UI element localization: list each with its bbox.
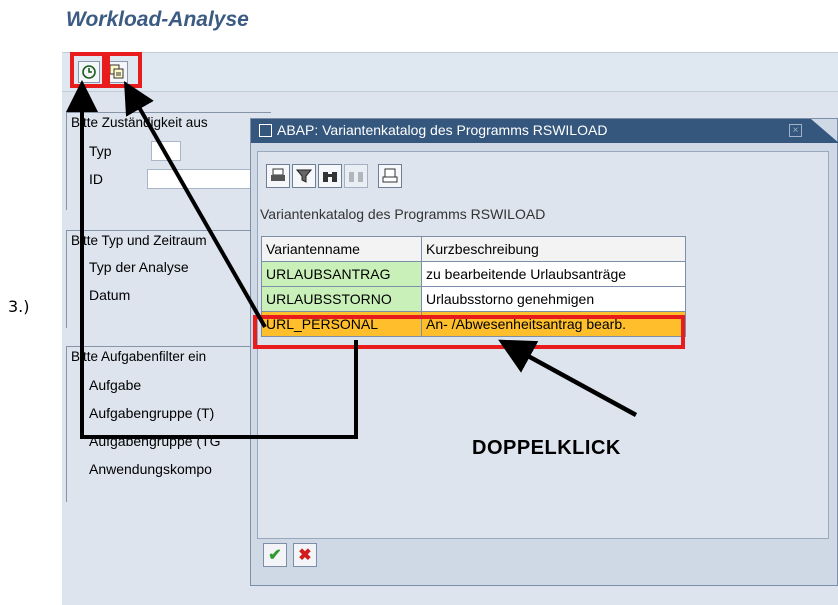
arrow-to-variant-icon bbox=[124, 81, 267, 328]
arrow-to-selected-row bbox=[498, 339, 638, 417]
double-click-instruction: DOPPELKLICK bbox=[472, 437, 621, 459]
annotation-arrows bbox=[66, 80, 638, 439]
arrow-to-execute-icon bbox=[66, 80, 358, 439]
